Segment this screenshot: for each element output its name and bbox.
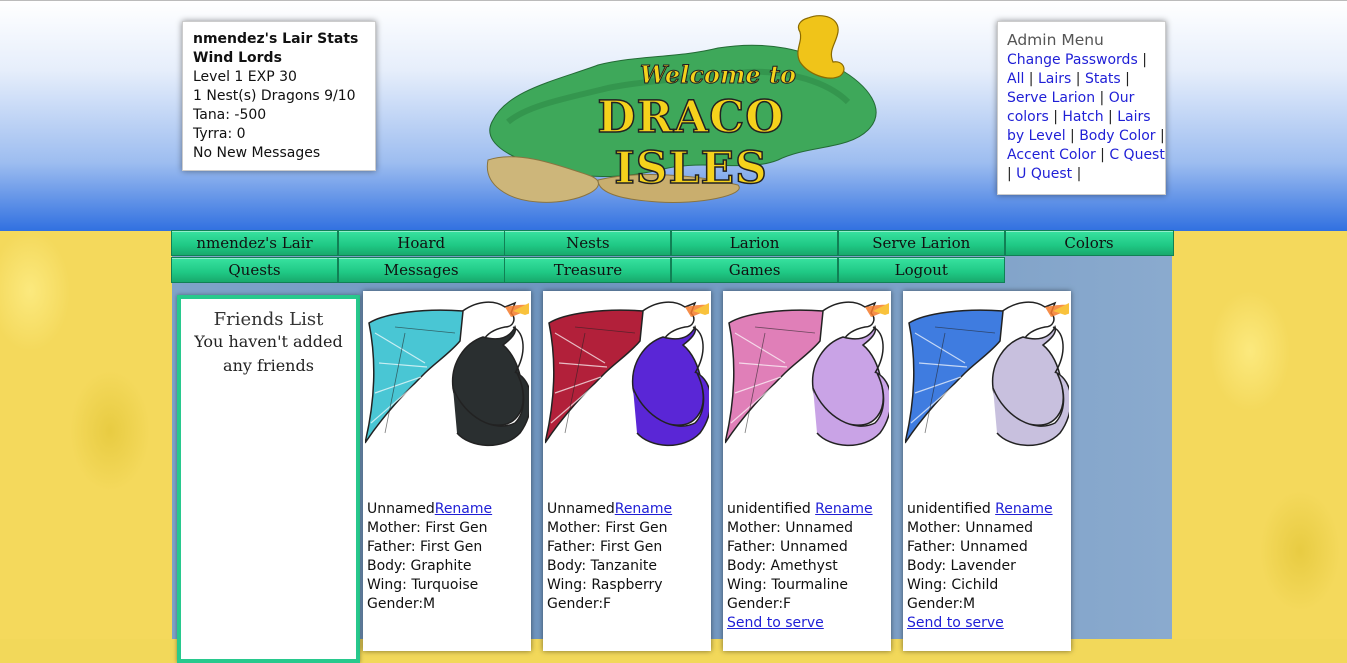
dragon-father: Father: Unnamed	[907, 539, 1028, 555]
lair-stats-panel: nmendez's Lair Stats Wind Lords Level 1 …	[182, 21, 376, 171]
nav-messages[interactable]: Messages	[337, 257, 505, 283]
dragon-name: Unnamed	[367, 501, 435, 517]
nav-nests[interactable]: Nests	[504, 230, 672, 256]
admin-separator: |	[1072, 166, 1082, 182]
rename-link[interactable]: Rename	[995, 501, 1052, 517]
logo-welcome-text: Welcome to	[639, 60, 797, 90]
dragon-body: Body: Tanzanite	[547, 558, 657, 574]
dragon-card: unidentified Rename Mother: Unnamed Father…	[723, 291, 891, 651]
dragon-name: unidentified	[727, 501, 816, 517]
dragon-name-row: UnnamedRename	[547, 500, 672, 519]
dragon-info: unidentified Rename Mother: Unnamed Father…	[907, 500, 1053, 633]
stats-title: nmendez's Lair Stats	[193, 31, 359, 47]
dragon-wing: Wing: Raspberry	[547, 577, 663, 593]
dragon-image[interactable]	[905, 293, 1069, 453]
dragon-name: unidentified	[907, 501, 996, 517]
admin-separator: |	[1120, 71, 1130, 87]
rename-link[interactable]: Rename	[815, 501, 872, 517]
dragon-wing: Wing: Tourmaline	[727, 577, 848, 593]
dragon-wing: Wing: Turquoise	[367, 577, 479, 593]
friends-list-panel: Friends List You haven't added any frien…	[177, 295, 360, 663]
admin-separator: |	[1095, 147, 1110, 163]
dragon-father: Father: Unnamed	[727, 539, 848, 555]
dragon-mother: Mother: First Gen	[547, 520, 668, 536]
dragon-card: unidentified Rename Mother: Unnamed Father…	[903, 291, 1071, 651]
stats-nests: 1 Nest(s) Dragons 9/10	[193, 88, 356, 104]
nav-games[interactable]: Games	[671, 257, 839, 283]
send-to-serve-link[interactable]: Send to serve	[907, 615, 1004, 631]
nav-hoard[interactable]: Hoard	[337, 230, 505, 256]
nav-treasure[interactable]: Treasure	[504, 257, 672, 283]
dragon-body: Body: Lavender	[907, 558, 1016, 574]
dragon-body: Body: Amethyst	[727, 558, 838, 574]
admin-separator: |	[1095, 90, 1109, 106]
nav-nmendez-s-lair[interactable]: nmendez's Lair	[171, 230, 338, 256]
site-logo[interactable]: Welcome to DRACO ISLES	[448, 10, 878, 215]
admin-separator: |	[1065, 128, 1080, 144]
dragon-image[interactable]	[545, 293, 709, 453]
friends-list-title: Friends List	[213, 309, 324, 330]
dragon-name: Unnamed	[547, 501, 615, 517]
dragon-card: UnnamedRename Mother: First Gen Father: Fi…	[363, 291, 531, 651]
dragon-image[interactable]	[725, 293, 889, 453]
admin-separator: |	[1137, 52, 1147, 68]
send-to-serve-link[interactable]: Send to serve	[727, 615, 824, 631]
admin-link-lairs[interactable]: Lairs	[1038, 71, 1071, 87]
dragon-mother: Mother: Unnamed	[907, 520, 1034, 536]
dragon-mother: Mother: First Gen	[367, 520, 488, 536]
admin-separator: |	[1048, 109, 1063, 125]
nav-quests[interactable]: Quests	[171, 257, 338, 283]
rename-link[interactable]: Rename	[615, 501, 672, 517]
stats-faction: Wind Lords	[193, 50, 282, 66]
admin-link-all[interactable]: All	[1007, 71, 1024, 87]
dragon-gender: Gender:M	[907, 596, 976, 612]
dragon-body: Body: Graphite	[367, 558, 472, 574]
dragon-mother: Mother: Unnamed	[727, 520, 854, 536]
dragon-gender: Gender:F	[727, 596, 792, 612]
nav-serve-larion[interactable]: Serve Larion	[837, 230, 1005, 256]
stats-messages: No New Messages	[193, 145, 321, 161]
dragon-name-row: UnnamedRename	[367, 500, 492, 519]
dragon-gender: Gender:F	[547, 596, 612, 612]
dragon-gender: Gender:M	[367, 596, 436, 612]
admin-link-serve-larion[interactable]: Serve Larion	[1007, 90, 1095, 106]
dragon-father: Father: First Gen	[367, 539, 483, 555]
admin-link-change-passwords[interactable]: Change Passwords	[1007, 52, 1138, 68]
admin-link-hatch[interactable]: Hatch	[1062, 109, 1103, 125]
admin-separator: |	[1024, 71, 1038, 87]
nav-larion[interactable]: Larion	[671, 230, 839, 256]
admin-separator: |	[1071, 71, 1085, 87]
admin-link-u-quest[interactable]: U Quest	[1016, 166, 1072, 182]
dragon-father: Father: First Gen	[547, 539, 663, 555]
dragon-wing: Wing: Cichild	[907, 577, 999, 593]
admin-link-body-color[interactable]: Body Color	[1079, 128, 1155, 144]
admin-link-accent-color[interactable]: Accent Color	[1007, 147, 1096, 163]
nav-colors[interactable]: Colors	[1004, 230, 1174, 256]
dragon-image[interactable]	[365, 293, 529, 453]
dragon-info: unidentified Rename Mother: Unnamed Father…	[727, 500, 873, 633]
nav-logout[interactable]: Logout	[837, 257, 1005, 283]
dragon-card: UnnamedRename Mother: First Gen Father: Fi…	[543, 291, 711, 651]
admin-link-c-quest[interactable]: C Quest	[1109, 147, 1165, 163]
dragon-name-row: unidentified Rename	[907, 500, 1053, 519]
admin-menu-panel: Admin Menu Change Passwords | All | Lair…	[997, 21, 1166, 195]
dragon-info: UnnamedRename Mother: First Gen Father: Fi…	[367, 500, 492, 614]
friends-empty-message: You haven't added any friends	[194, 332, 343, 375]
logo-title-text: DRACO ISLES	[597, 91, 785, 195]
admin-separator: |	[1007, 166, 1017, 182]
admin-separator: |	[1103, 109, 1118, 125]
admin-link-stats[interactable]: Stats	[1085, 71, 1121, 87]
dragon-info: UnnamedRename Mother: First Gen Father: Fi…	[547, 500, 672, 614]
stats-tana: Tana: -500	[193, 107, 267, 123]
admin-separator: |	[1155, 128, 1165, 144]
dragon-name-row: unidentified Rename	[727, 500, 873, 519]
stats-level: Level 1 EXP 30	[193, 69, 297, 85]
rename-link[interactable]: Rename	[435, 501, 492, 517]
admin-menu-heading: Admin Menu	[1007, 31, 1104, 49]
admin-links: Change Passwords | All | Lairs | Stats |…	[1007, 51, 1165, 184]
stats-tyrra: Tyrra: 0	[193, 126, 246, 142]
